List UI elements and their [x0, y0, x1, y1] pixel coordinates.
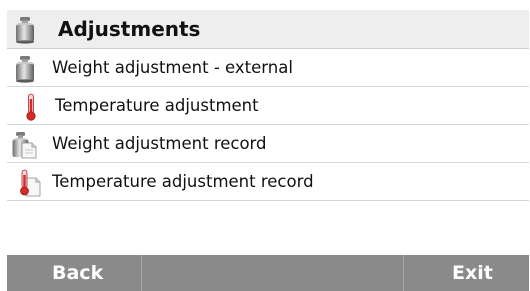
menu-item-temperature-adjustment-record[interactable]: Temperature adjustment record — [7, 164, 529, 201]
adjustments-screen: Adjustments Weight adjustment - external — [0, 0, 530, 291]
exit-button[interactable]: Exit — [405, 255, 529, 291]
thermometer-record-icon — [19, 169, 41, 197]
thermometer-icon — [26, 93, 36, 121]
menu-item-weight-adjustment-record[interactable]: Weight adjustment record — [7, 126, 529, 163]
back-button[interactable]: Back — [7, 255, 142, 291]
middle-softkey[interactable] — [143, 255, 404, 291]
page-title: Adjustments — [58, 17, 201, 41]
menu-item-label: Temperature adjustment — [55, 96, 259, 115]
page-header: Adjustments — [7, 10, 529, 49]
menu-item-temperature-adjustment[interactable]: Temperature adjustment — [7, 88, 529, 125]
menu-item-weight-adjustment-external[interactable]: Weight adjustment - external — [7, 50, 529, 87]
softkey-bar: Back Exit — [7, 255, 529, 291]
weight-icon — [14, 55, 36, 83]
weight-record-icon — [11, 131, 37, 159]
menu-item-label: Weight adjustment record — [52, 134, 267, 153]
menu-item-label: Weight adjustment - external — [52, 58, 293, 77]
weight-icon — [14, 16, 36, 44]
menu-item-label: Temperature adjustment record — [52, 172, 314, 191]
